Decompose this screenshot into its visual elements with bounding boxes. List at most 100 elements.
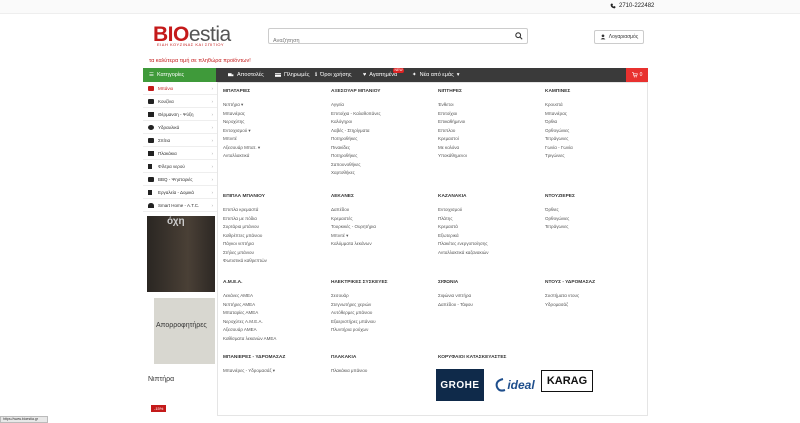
menu-link[interactable]: Αγγεία [331,101,381,110]
banner-image-hoods[interactable]: Απορροφητήρες [154,298,215,364]
menu-link[interactable]: Κρουστά [545,101,573,110]
menu-link[interactable]: Λεκάνες ΑΜΕΑ [223,292,276,301]
menu-link[interactable]: Δαπέδου - Τάφου [438,301,473,310]
menu-link[interactable]: Όρθιες [545,206,575,215]
menu-link[interactable]: Πλάτης [438,215,489,224]
menu-link[interactable]: Πλυντήρια ρούχων [331,326,388,335]
menu-link[interactable]: Όρθια [545,118,573,127]
menu-link[interactable]: Νεροχύτες Α.Μ.Ε.Α. [223,318,276,327]
categories-button[interactable]: ☰ Κατηγορίες [143,68,216,82]
menu-link[interactable]: Τουρκικές - Ουρητήρια [331,223,376,232]
menu-column-heading[interactable]: ΚΑΖΑΝΑΚΙΑ [438,194,489,200]
menu-link[interactable]: Εξαεριστήρες μπάνιου [331,318,388,327]
menu-link[interactable]: Κρεμαστά [438,223,489,232]
menu-link[interactable]: Πινακίδες [331,144,381,153]
menu-link[interactable]: Εντοιχισμού [438,206,489,215]
menu-link[interactable]: Ορθογώνιες [545,215,575,224]
menu-link[interactable]: Συστήματα ντους [545,292,595,301]
menu-link[interactable]: Εντοιχισμού ▾ [223,127,260,136]
menu-link[interactable]: Μπιντέ ▾ [331,232,376,241]
menu-link[interactable]: Αξεσουάρ ΑΜΕΑ [223,326,276,335]
search-icon[interactable] [515,32,523,40]
menu-column-heading[interactable]: Α.Μ.Ε.Α. [223,280,276,286]
menu-column-heading[interactable]: ΝΙΠΤΗΡΕΣ [438,89,467,95]
menu-link[interactable]: Γωνία - Γωνία [545,144,573,153]
search-input[interactable] [269,34,509,48]
menu-link[interactable]: Χαρτοθήκες [331,169,381,178]
menu-link[interactable]: Μπιντέ [223,135,260,144]
menu-link[interactable]: Πάγκοι νιπτήρα [223,240,267,249]
menu-link[interactable]: Νεροχύτης [223,118,260,127]
menu-link[interactable]: Νιπτήρα ▾ [223,101,260,110]
menu-link[interactable]: Επιτοίχιοι [438,110,467,119]
menu-link[interactable]: Νιπτήρες ΑΜΕΑ [223,301,276,310]
menu-column-heading[interactable]: ΣΙΦΩΝΙΑ [438,280,473,286]
sidebar-item-kitchen[interactable]: Κουζίνα › [143,95,217,108]
menu-column-heading[interactable]: ΕΠΙΠΛΑ ΜΠΑΝΙΟΥ [223,194,267,200]
menu-link[interactable]: Καλύμματα λεκάνων [331,240,376,249]
menu-link[interactable]: Κρεμαστές [331,215,376,224]
menu-link[interactable]: Με κολόνα [438,144,467,153]
menu-link[interactable]: Ποτηροθήκες [331,152,381,161]
nav-payments[interactable]: Πληρωμές [275,68,309,82]
menu-link[interactable]: Εξωτερικά [438,232,489,241]
sidebar-item-plumbing[interactable]: Υδραυλικά › [143,121,217,134]
account-button[interactable]: Λογαριασμός [594,30,644,44]
brand-logo-grohe[interactable]: GROHE [436,369,484,401]
menu-link[interactable]: Δαπέδου [331,206,376,215]
menu-link[interactable]: Αυτόθερμες μπάνιου [331,309,388,318]
menu-column-heading[interactable]: ΝΤΟΥΖΙΕΡΕΣ [545,194,575,200]
menu-link[interactable]: Επικαθήμενοι [438,118,467,127]
menu-link[interactable]: Φωτιστικά καθρεπτών [223,257,267,266]
menu-link[interactable]: Πλακάκια μπάνιου [331,367,367,376]
menu-link[interactable]: Κρεμαστοί [438,135,467,144]
nav-shipping[interactable]: Αποστολές [228,68,264,82]
sidebar-item-bath[interactable]: Μπάνιο › [143,82,217,95]
sidebar-item-heating[interactable]: Θέρμανση - Ψύξη › [143,108,217,121]
sidebar-item-filters[interactable]: Φίλτρα νερού › [143,160,217,173]
menu-column-heading[interactable]: ΛΕΚΑΝΕΣ [331,194,376,200]
menu-link[interactable]: Επιτοίχια - Καλαθοπάνες [331,110,381,119]
menu-link[interactable]: Καθίσματα λεκανών ΑΜΕΑ [223,335,276,344]
menu-link[interactable]: Ποτηροθήκες [331,135,381,144]
menu-link[interactable]: Μπανιέρες - Υδρομασάζ ▾ [223,367,285,376]
menu-link[interactable]: Ανταλλακτικά [223,152,260,161]
menu-column-heading[interactable]: ΗΛΕΚΤΡΙΚΕΣ ΣΥΣΚΕΥΕΣ [331,280,388,286]
menu-link[interactable]: Πλακέτες ενεργοποίησης [438,240,489,249]
sidebar-item-tools[interactable]: Εργαλεία - Δομικά › [143,186,217,199]
sidebar-item-smart-home[interactable]: Smart Home - A.T.C. › [143,199,217,212]
menu-link[interactable]: Μπανιέρας [223,110,260,119]
sidebar-item-bbq[interactable]: BBQ - Ψησταριές › [143,173,217,186]
cart-button[interactable]: 0 [626,68,648,82]
menu-link[interactable]: Μπαταρίες ΑΜΕΑ [223,309,276,318]
menu-column-heading[interactable]: ΑΞΕΣΟΥΑΡ ΜΠΑΝΙΟΥ [331,89,381,95]
menu-link[interactable]: Τριγώνιες [545,152,573,161]
search-box[interactable] [268,28,528,48]
menu-link[interactable]: Στεγνωτήρες χεριών [331,301,388,310]
sidebar-item-home[interactable]: Σπίτια › [143,134,217,147]
menu-link[interactable]: Λαβές - Στηρίγματα [331,127,381,136]
menu-link[interactable]: Καλόγηροι [331,118,381,127]
menu-link[interactable]: Τετράγωνες [545,223,575,232]
menu-link[interactable]: Ορθογώνιες [545,127,573,136]
menu-link[interactable]: Σαπουνοθήκες [331,161,381,170]
menu-link[interactable]: Τετράγωνες [545,135,573,144]
menu-link[interactable]: Ένθετοι [438,101,467,110]
menu-link[interactable]: Ανταλλακτικά καζανακιών [438,249,489,258]
menu-link[interactable]: Αξεσουάρ Μπατ. ▾ [223,144,260,153]
menu-link[interactable]: Στήλες μπάνιου [223,249,267,258]
menu-column-heading[interactable]: ΝΤΟΥΣ - ΥΔΡΟΜΑΣΑΖ [545,280,595,286]
nav-news[interactable]: ✦ Νέα από εμάς ▾ [412,68,460,82]
menu-link[interactable]: Μπανιέρας [545,110,573,119]
menu-column-heading[interactable]: ΜΠΑΝΙΕΡΕΣ - ΥΔΡΟΜΑΣΑΖ [223,355,285,361]
phone-contact[interactable]: 2710-222482 [610,3,654,9]
brand-logo-karag[interactable]: KARAG [541,370,593,392]
nav-terms[interactable]: ℹ Όροι χρήσης [315,68,351,82]
banner-image-dark[interactable]: όχη [147,216,215,292]
menu-link[interactable]: Συρτάρια μπάνιου [223,223,267,232]
menu-link[interactable]: Επιπλα με πόδια [223,215,267,224]
menu-link[interactable]: Επιπλου [438,127,467,136]
menu-column-heading[interactable]: ΜΠΑΤΑΡΙΕΣ [223,89,260,95]
menu-column-heading[interactable]: ΚΑΜΠΙΝΕΣ [545,89,573,95]
menu-link[interactable]: Σεσουάρ [331,292,388,301]
